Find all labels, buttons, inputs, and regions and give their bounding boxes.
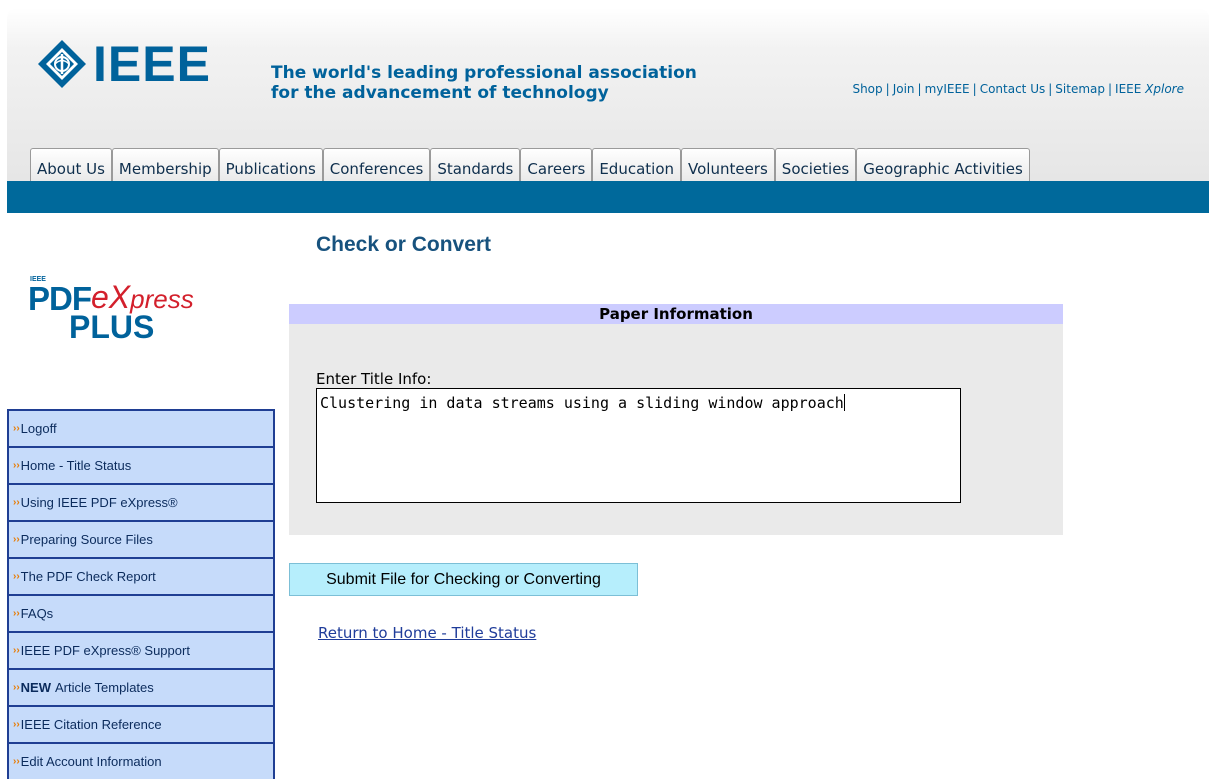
sidebar-item-label: Home - Title Status: [20, 458, 132, 473]
sidebar-item-edit-account[interactable]: ›› Edit Account Information: [7, 742, 275, 779]
title-info-value: Clustering in data streams using a slidi…: [320, 394, 844, 412]
ieee-logo[interactable]: IEEE: [37, 36, 211, 92]
ieee-xplore-link[interactable]: IEEE Xplore: [1115, 82, 1184, 96]
sidebar-item-label: Logoff: [20, 421, 57, 436]
ieee-logo-text: IEEE: [93, 36, 211, 92]
page-title: Check or Convert: [316, 233, 492, 256]
text-caret: [843, 394, 845, 411]
ieee-xplore-italic: Xplore: [1145, 82, 1184, 96]
sidebar-item-article-templates[interactable]: ›› NEW Article Templates: [7, 668, 275, 705]
sidebar-item-pdf-express-support[interactable]: ›› IEEE PDF eXpress® Support: [7, 631, 275, 668]
top-links: Shop | Join | myIEEE | Contact Us | Sitemap | IEEE…: [852, 82, 1184, 96]
sidebar-item-label: Article Templates: [55, 680, 154, 695]
chevron-icon: ››: [13, 423, 20, 434]
sidebar-item-using-pdf-express[interactable]: ›› Using IEEE PDF eXpress®: [7, 483, 275, 520]
sidebar-item-label: The PDF Check Report: [20, 569, 156, 584]
chevron-icon: ››: [13, 534, 20, 545]
panel-header: Paper Information: [289, 304, 1063, 324]
chevron-icon: ››: [13, 719, 20, 730]
sidebar-item-label: IEEE Citation Reference: [20, 717, 162, 732]
sidebar-item-faqs[interactable]: ›› FAQs: [7, 594, 275, 631]
sidebar-item-label: Using IEEE PDF eXpress®: [20, 495, 178, 510]
sidebar-item-home-title-status[interactable]: ›› Home - Title Status: [7, 446, 275, 483]
tagline-line-2: for the advancement of technology: [271, 83, 609, 103]
chevron-icon: ››: [13, 460, 20, 471]
pdf-express-plus-logo: IEEE PDFeXpress PLUS: [28, 276, 218, 351]
nav-blue-bar: [7, 181, 1209, 213]
sidebar-item-label: IEEE PDF eXpress® Support: [20, 643, 190, 658]
chevron-icon: ››: [13, 608, 20, 619]
tagline-line-1: The world's leading professional associa…: [271, 63, 697, 83]
paper-information-panel: Paper Information Enter Title Info: Clus…: [289, 304, 1063, 535]
join-link[interactable]: Join: [893, 82, 915, 96]
sidebar-item-label: FAQs: [20, 606, 54, 621]
shop-link[interactable]: Shop: [852, 82, 882, 96]
chevron-icon: ››: [13, 682, 20, 693]
sidebar-nav: ›› Logoff ›› Home - Title Status ›› Using I…: [7, 409, 275, 779]
chevron-icon: ››: [13, 645, 20, 656]
chevron-icon: ››: [13, 756, 20, 767]
return-home-link[interactable]: Return to Home - Title Status: [318, 624, 536, 642]
title-info-textarea[interactable]: Clustering in data streams using a slidi…: [316, 388, 961, 503]
myieee-link[interactable]: myIEEE: [925, 82, 970, 96]
chevron-icon: ››: [13, 497, 20, 508]
submit-file-button[interactable]: Submit File for Checking or Converting: [289, 563, 638, 596]
sidebar-item-preparing-source-files[interactable]: ›› Preparing Source Files: [7, 520, 275, 557]
sitemap-link[interactable]: Sitemap: [1055, 82, 1105, 96]
sidebar-item-citation-reference[interactable]: ›› IEEE Citation Reference: [7, 705, 275, 742]
sidebar-item-label: Preparing Source Files: [20, 532, 153, 547]
sidebar-item-pdf-check-report[interactable]: ›› The PDF Check Report: [7, 557, 275, 594]
ieee-diamond-icon: [38, 40, 86, 88]
contact-us-link[interactable]: Contact Us: [980, 82, 1046, 96]
new-badge: NEW: [20, 680, 52, 695]
ieee-xplore-prefix: IEEE: [1115, 82, 1142, 96]
sidebar-item-logoff[interactable]: ›› Logoff: [7, 409, 275, 446]
sidebar-item-label: Edit Account Information: [20, 754, 162, 769]
chevron-icon: ››: [13, 571, 20, 582]
pdf-logo-plus: PLUS: [69, 309, 155, 345]
tagline: The world's leading professional associa…: [271, 63, 697, 103]
title-info-label: Enter Title Info:: [316, 370, 432, 388]
